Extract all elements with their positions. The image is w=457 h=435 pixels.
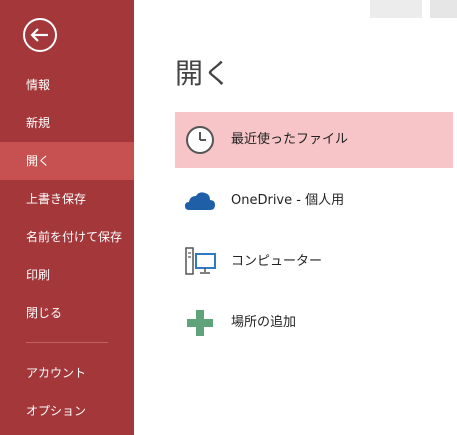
nav-save-as[interactable]: 名前を付けて保存 [0,218,134,256]
nav-print[interactable]: 印刷 [0,256,134,294]
nav-new[interactable]: 新規 [0,104,134,142]
location-computer[interactable]: コンピューター [175,234,453,290]
title-bar-fragment [430,0,457,18]
nav-options[interactable]: オプション [0,392,134,430]
nav-info[interactable]: 情報 [0,66,134,104]
location-recent-files[interactable]: 最近使ったファイル [175,112,453,168]
sidebar-divider [26,342,108,343]
location-add-place[interactable]: 場所の追加 [175,295,453,351]
page-title: 開く [175,57,232,90]
location-label: 最近使ったファイル [231,132,349,147]
location-label: OneDrive - 個人用 [231,193,345,208]
plus-icon [187,310,213,336]
location-label: コンピューター [231,254,323,269]
computer-icon [185,247,216,275]
clock-icon [186,126,214,154]
cloud-icon [185,192,215,210]
nav-open[interactable]: 開く [0,142,134,180]
nav-close[interactable]: 閉じる [0,294,134,332]
nav-account[interactable]: アカウント [0,354,134,392]
nav-save[interactable]: 上書き保存 [0,180,134,218]
backstage-sidebar: 情報 新規 開く 上書き保存 名前を付けて保存 印刷 閉じる アカウント オプシ… [0,0,134,435]
back-arrow-icon [23,18,57,52]
title-bar-fragment [370,0,422,18]
location-onedrive[interactable]: OneDrive - 個人用 [175,173,453,229]
location-label: 場所の追加 [231,315,297,330]
back-button[interactable] [22,17,58,53]
